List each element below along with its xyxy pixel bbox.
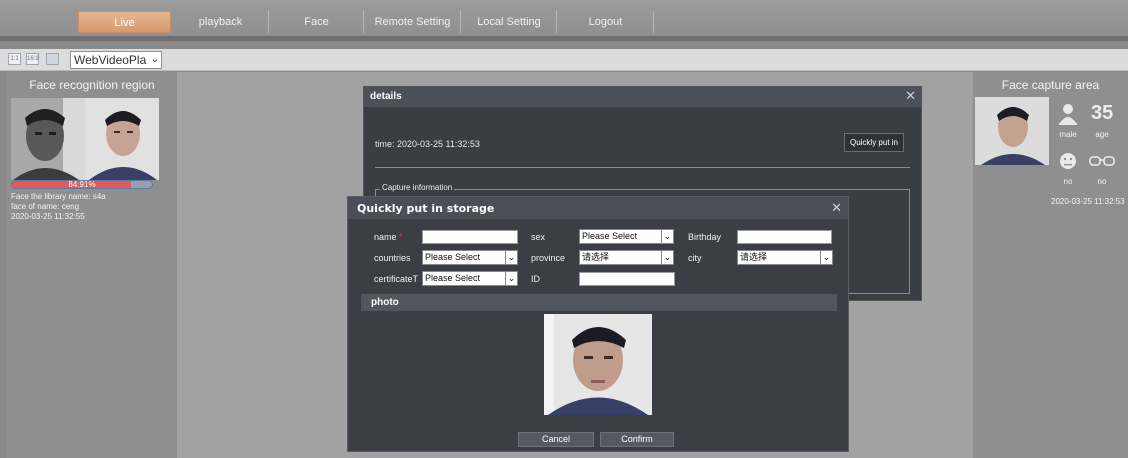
chevron-down-icon: ⌄: [505, 272, 517, 285]
quick-put-in-button[interactable]: Quickly put in: [844, 133, 904, 152]
capture-timestamp: 2020-03-25 11:32:53: [1051, 197, 1125, 206]
similarity-text: 84.91%: [68, 180, 96, 189]
capture-face-image: [975, 97, 1049, 165]
birthday-input[interactable]: [737, 230, 832, 244]
panel-title: Face capture area: [1001, 78, 1100, 92]
chevron-down-icon: ⌄: [661, 230, 673, 243]
certificate-type-select-value: Please Select: [425, 273, 481, 283]
face-capture-panel: Face capture area 35 male age no no 2020…: [973, 72, 1128, 458]
aspect-1-1-icon[interactable]: 1:1: [8, 53, 21, 65]
tab-logout[interactable]: Logout: [558, 11, 654, 33]
recognition-timestamp: 2020-03-25 11:32:55: [11, 212, 85, 221]
certificate-type-label: certificateT: [374, 274, 419, 284]
age-label: age: [1095, 130, 1109, 139]
photo-section-header: photo: [361, 294, 837, 311]
captured-face-image: [85, 98, 159, 180]
player-select[interactable]: WebVideoPla ⌄: [70, 51, 162, 69]
birthday-label: Birthday: [688, 232, 722, 242]
city-select-value: 请选择: [740, 252, 768, 262]
confirm-button[interactable]: Confirm: [600, 432, 674, 447]
sex-label: sex: [531, 232, 546, 242]
face-recognition-panel: Face recognition region 84.91% Face the …: [7, 72, 177, 458]
top-nav: Live playback Face Remote Setting Local …: [0, 0, 1128, 41]
city-label: city: [688, 253, 702, 263]
aspect-16-9-icon[interactable]: 16:9: [26, 53, 39, 65]
panel-title: Face recognition region: [29, 78, 155, 92]
countries-select[interactable]: Please Select ⌄: [422, 250, 518, 265]
province-label: province: [531, 253, 566, 263]
library-name: Face the library name: s4a: [11, 192, 106, 201]
fullscreen-icon[interactable]: [46, 53, 59, 65]
id-label: ID: [531, 274, 540, 284]
photo-preview: [544, 314, 652, 415]
storage-title: Quickly put in storage: [357, 202, 495, 215]
tab-live[interactable]: Live: [78, 11, 171, 33]
countries-label: countries: [374, 253, 411, 263]
province-select[interactable]: 请选择 ⌄: [579, 250, 674, 265]
chevron-down-icon: ⌄: [505, 251, 517, 264]
person-icon: [1059, 103, 1077, 128]
sex-select-value: Please Select: [582, 231, 638, 241]
neutral-face-icon: [1059, 152, 1077, 173]
age-value: 35: [1091, 102, 1114, 124]
city-select[interactable]: 请选择 ⌄: [737, 250, 833, 265]
tab-playback[interactable]: playback: [173, 11, 269, 33]
details-header: details ✕: [364, 87, 921, 107]
library-face-image: [11, 98, 85, 180]
face-name: face of name: ceng: [11, 202, 80, 211]
details-title: details: [370, 91, 402, 102]
chevron-down-icon: ⌄: [820, 251, 832, 264]
chevron-down-icon: ⌄: [150, 54, 159, 65]
similarity-progress: 84.91%: [11, 180, 153, 189]
name-label: name *: [374, 232, 403, 242]
certificate-type-select[interactable]: Please Select ⌄: [422, 271, 518, 286]
name-input[interactable]: [422, 230, 518, 244]
cancel-button[interactable]: Cancel: [518, 432, 594, 447]
id-input[interactable]: [579, 272, 675, 286]
details-time: time: 2020-03-25 11:32:53: [375, 139, 480, 149]
chevron-down-icon: ⌄: [661, 251, 673, 264]
expression-value: no: [1063, 177, 1073, 186]
storage-dialog: Quickly put in storage ✕ name * sex Plea…: [347, 196, 849, 452]
divider: [375, 167, 910, 168]
close-icon[interactable]: ✕: [905, 88, 916, 104]
photo-label: photo: [371, 297, 399, 308]
tab-remote-setting[interactable]: Remote Setting: [365, 11, 461, 33]
countries-select-value: Please Select: [425, 252, 481, 262]
province-select-value: 请选择: [582, 252, 610, 262]
sex-select[interactable]: Please Select ⌄: [579, 229, 674, 244]
tab-face[interactable]: Face: [270, 11, 364, 33]
toolbar: 1:1 16:9 WebVideoPla ⌄: [0, 49, 1128, 71]
capture-info-legend: Capture information: [380, 183, 455, 192]
gender-value: male: [1059, 130, 1077, 139]
close-icon[interactable]: ✕: [831, 200, 842, 216]
nav-divider: [0, 36, 1128, 41]
glasses-value: no: [1097, 177, 1107, 186]
player-select-value: WebVideoPla: [74, 53, 147, 67]
storage-header: Quickly put in storage ✕: [348, 197, 848, 219]
tab-local-setting[interactable]: Local Setting: [462, 11, 557, 33]
glasses-icon: [1089, 156, 1115, 171]
